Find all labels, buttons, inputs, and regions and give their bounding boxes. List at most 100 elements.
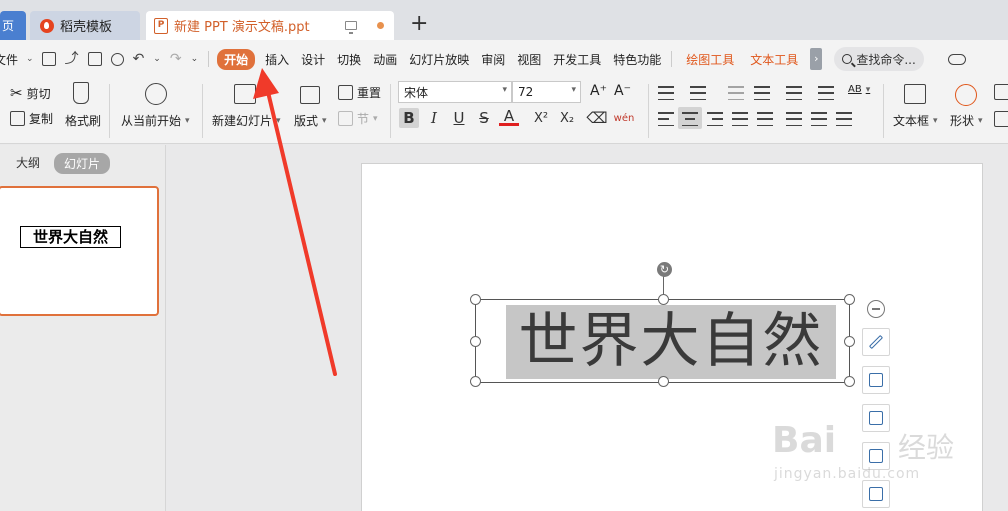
align-left-icon[interactable] bbox=[658, 112, 674, 126]
distribute-icon[interactable] bbox=[757, 112, 773, 126]
menu-view[interactable]: 视图 bbox=[511, 51, 547, 68]
shape-button[interactable]: 形状 ▾ bbox=[950, 112, 983, 129]
fill-bucket-icon bbox=[869, 373, 883, 387]
menu-review[interactable]: 审阅 bbox=[475, 51, 511, 68]
command-search-input[interactable]: 查找命令... bbox=[834, 47, 925, 71]
play-from-current-label: 从当前开始 bbox=[121, 114, 182, 128]
title-text[interactable]: 世界大自然 bbox=[506, 304, 836, 378]
line-spacing-icon[interactable] bbox=[786, 112, 802, 126]
print-preview-icon[interactable] bbox=[110, 52, 124, 66]
tab-docer-template[interactable]: 稻壳模板 bbox=[30, 11, 140, 40]
ribbon-separator bbox=[648, 84, 649, 138]
menu-design[interactable]: 设计 bbox=[295, 51, 331, 68]
resize-handle-top[interactable] bbox=[658, 294, 669, 305]
undo-dropdown-icon[interactable]: ⌄ bbox=[153, 52, 161, 66]
menu-slideshow[interactable]: 幻灯片放映 bbox=[403, 51, 475, 68]
columns-icon[interactable] bbox=[836, 112, 852, 126]
wrap-button[interactable] bbox=[862, 442, 890, 470]
resize-handle-top-left[interactable] bbox=[470, 294, 481, 305]
subscript-button[interactable]: X₂ bbox=[557, 108, 577, 128]
text-box-button[interactable]: 文本框 ▾ bbox=[893, 112, 938, 129]
monitor-icon[interactable] bbox=[345, 21, 357, 34]
shrink-font-button[interactable]: A⁻ bbox=[614, 83, 631, 99]
text-style-button[interactable] bbox=[862, 480, 890, 508]
file-dropdown-icon[interactable]: ⌄ bbox=[24, 54, 36, 64]
menu-insert[interactable]: 插入 bbox=[259, 51, 295, 68]
shape-style-button[interactable] bbox=[862, 328, 890, 356]
text-direction-icon[interactable] bbox=[786, 86, 802, 100]
phonetic-guide-button[interactable]: wén bbox=[612, 108, 636, 128]
title-tab-bar: 页 稻壳模板 P 新建 PPT 演示文稿.ppt + bbox=[0, 0, 1008, 40]
tab-home[interactable]: 页 bbox=[0, 11, 26, 40]
menu-text-tools[interactable]: 文本工具 bbox=[744, 51, 804, 68]
undo-icon[interactable]: ↶ bbox=[133, 52, 145, 66]
new-slide-icon[interactable] bbox=[234, 84, 256, 104]
resize-handle-top-right[interactable] bbox=[844, 294, 855, 305]
menu-animation[interactable]: 动画 bbox=[367, 51, 403, 68]
menu-more-button[interactable]: › bbox=[810, 48, 823, 70]
decrease-indent-icon[interactable] bbox=[728, 86, 744, 100]
resize-handle-bottom-left[interactable] bbox=[470, 376, 481, 387]
print-icon[interactable] bbox=[87, 52, 102, 66]
crop-button[interactable] bbox=[862, 404, 890, 432]
paragraph-spacing-icon[interactable] bbox=[811, 112, 827, 126]
new-slide-button[interactable]: 新建幻灯片 ▾ bbox=[212, 112, 281, 129]
collapse-toolbar-icon[interactable] bbox=[867, 300, 885, 318]
copy-button[interactable]: 复制 bbox=[10, 110, 53, 127]
increase-indent-icon[interactable] bbox=[754, 86, 770, 100]
menu-start[interactable]: 开始 bbox=[217, 48, 256, 70]
text-effects-button[interactable]: AB ▾ bbox=[848, 84, 870, 95]
font-name-select[interactable]: 宋体 ▾ bbox=[398, 81, 512, 103]
justify-icon[interactable] bbox=[732, 112, 748, 126]
menu-drawing-tools[interactable]: 绘图工具 bbox=[676, 51, 744, 68]
picture-icon[interactable] bbox=[994, 84, 1008, 100]
play-from-current-button[interactable]: 从当前开始 ▾ bbox=[121, 112, 190, 129]
fill-button[interactable] bbox=[862, 366, 890, 394]
resize-handle-left[interactable] bbox=[470, 336, 481, 347]
underline-button[interactable]: U bbox=[449, 108, 469, 128]
eraser-icon[interactable]: ⌫ bbox=[586, 108, 607, 128]
format-painter-icon[interactable] bbox=[73, 82, 89, 104]
tab-current-document[interactable]: P 新建 PPT 演示文稿.ppt bbox=[146, 11, 394, 40]
layout-button[interactable]: 版式 ▾ bbox=[294, 112, 327, 129]
layers-icon[interactable] bbox=[994, 111, 1008, 127]
title-text-box[interactable]: 世界大自然 ↻ bbox=[470, 262, 855, 387]
resize-handle-right[interactable] bbox=[844, 336, 855, 347]
font-size-value: 72 bbox=[518, 85, 534, 99]
font-size-select[interactable]: 72 ▾ bbox=[512, 81, 581, 103]
menu-file[interactable]: 文件 bbox=[0, 51, 24, 68]
rotate-handle-icon[interactable]: ↻ bbox=[657, 262, 672, 277]
tab-outline[interactable]: 大纲 bbox=[16, 154, 40, 171]
align-text-icon[interactable] bbox=[818, 86, 834, 100]
menu-transition[interactable]: 切换 bbox=[331, 51, 367, 68]
font-color-button[interactable]: A bbox=[499, 107, 519, 126]
menu-developer[interactable]: 开发工具 bbox=[547, 51, 607, 68]
superscript-button[interactable]: X² bbox=[531, 108, 551, 128]
resize-handle-bottom[interactable] bbox=[658, 376, 669, 387]
bullets-icon[interactable] bbox=[658, 86, 674, 100]
bold-button[interactable]: B bbox=[399, 108, 419, 128]
section-button[interactable]: 节 ▾ bbox=[338, 110, 378, 127]
tab-slides[interactable]: 幻灯片 bbox=[54, 153, 111, 174]
cloud-icon[interactable] bbox=[948, 53, 967, 65]
resize-handle-bottom-right[interactable] bbox=[844, 376, 855, 387]
align-right-icon[interactable] bbox=[707, 112, 723, 126]
numbering-icon[interactable] bbox=[690, 86, 706, 100]
text-box-icon[interactable] bbox=[904, 84, 926, 104]
slide-thumbnail-1[interactable]: 世界大自然 bbox=[0, 186, 159, 316]
format-painter-button[interactable]: 格式刷 bbox=[65, 112, 101, 129]
new-tab-plus-icon[interactable]: + bbox=[410, 13, 428, 35]
grow-font-button[interactable]: A⁺ bbox=[590, 83, 607, 99]
menu-features[interactable]: 特色功能 bbox=[607, 51, 667, 68]
shape-icon[interactable] bbox=[955, 84, 977, 106]
play-icon[interactable] bbox=[145, 83, 167, 105]
cut-button[interactable]: ✂ 剪切 bbox=[10, 84, 51, 102]
italic-button[interactable]: I bbox=[424, 108, 444, 128]
customize-toolbar-icon[interactable]: ⌄ bbox=[191, 52, 199, 66]
export-icon[interactable]: ⤴ bbox=[65, 52, 79, 66]
reset-button[interactable]: 重置 bbox=[338, 84, 381, 101]
save-icon[interactable] bbox=[41, 52, 56, 66]
redo-icon[interactable]: ↷ bbox=[170, 52, 182, 66]
layout-icon[interactable] bbox=[300, 86, 320, 104]
strikethrough-button[interactable]: S bbox=[474, 108, 494, 128]
